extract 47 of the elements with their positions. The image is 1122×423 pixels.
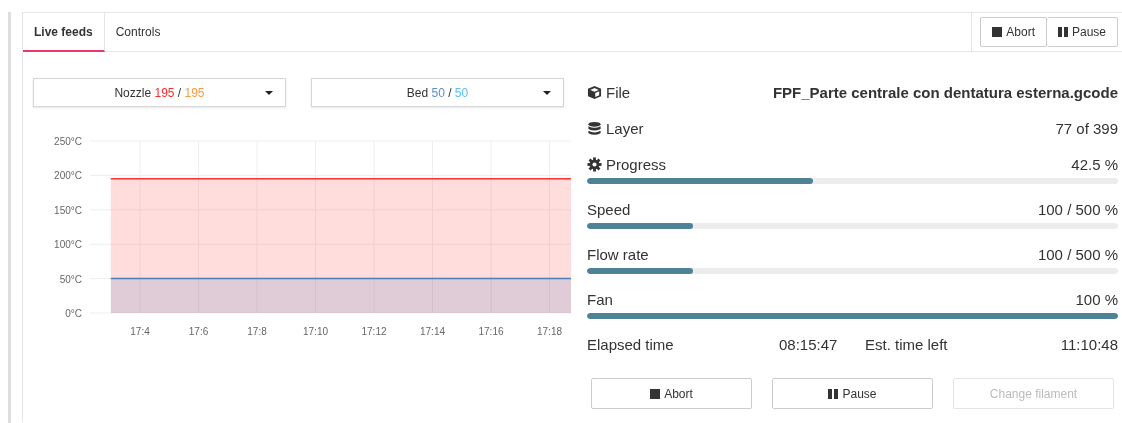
axis-label: 250°C [54, 136, 82, 147]
axis-label: 17:12 [361, 326, 387, 337]
stat-value: FPF_Parte centrale con dentatura esterna.gcode [772, 84, 1118, 101]
axis-label: 17:14 [420, 326, 445, 337]
stat-value: 100 % [1075, 291, 1118, 308]
temperature-dropdown[interactable]: Nozzle 195 / 195 [33, 78, 286, 107]
tab[interactable]: Live feeds [23, 13, 105, 52]
stat-value: 77 of 399 [1055, 120, 1118, 137]
cube-icon [587, 85, 602, 100]
temperature-dropdown[interactable]: Bed 50 / 50 [311, 78, 564, 107]
axis-label: 17:4 [130, 326, 150, 337]
axis-label: 17:16 [478, 326, 504, 337]
caret-icon [543, 91, 551, 95]
stat-label: Layer [606, 120, 644, 137]
pause-icon [1057, 27, 1068, 37]
database-icon [587, 121, 602, 136]
abort-button[interactable]: Abort [980, 17, 1047, 47]
stat-label: Fan [587, 291, 613, 308]
stat-label: File [606, 84, 631, 101]
stat-value: 100 / 500 % [1037, 201, 1118, 218]
axis-label: 17:18 [537, 326, 562, 337]
axis-label: 50°C [59, 273, 82, 285]
stop-icon [992, 27, 1003, 37]
tab[interactable]: Controls [104, 13, 172, 52]
pause-icon [828, 388, 839, 399]
axis-label: 200°C [54, 170, 82, 182]
pause-button[interactable]: Pause [1046, 17, 1118, 47]
stat-value: 42.5 % [1071, 156, 1118, 173]
axis-label: 17:6 [188, 326, 209, 337]
elapsed-value: 08:15:47 [779, 336, 839, 353]
pause-button[interactable]: Pause [772, 378, 933, 409]
axis-label: 150°C [54, 204, 82, 216]
caret-icon [265, 91, 273, 95]
stat-label: Progress [606, 156, 667, 173]
abort-button[interactable]: Abort [591, 378, 752, 409]
axis-label: 100°C [54, 239, 82, 251]
time-left-label: Est. time left [865, 336, 949, 353]
axis-label: 17:8 [247, 326, 267, 337]
stat-label: Flow rate [587, 246, 649, 263]
elapsed-label: Elapsed time [587, 336, 675, 353]
time-left-value: 11:10:48 [1060, 336, 1118, 353]
gear-icon [587, 157, 602, 172]
axis-label: 0°C [65, 308, 82, 319]
axis-label: 17:10 [303, 326, 328, 337]
stat-value: 100 / 500 % [1037, 246, 1118, 263]
stat-label: Speed [587, 201, 631, 218]
stop-icon [650, 388, 661, 399]
